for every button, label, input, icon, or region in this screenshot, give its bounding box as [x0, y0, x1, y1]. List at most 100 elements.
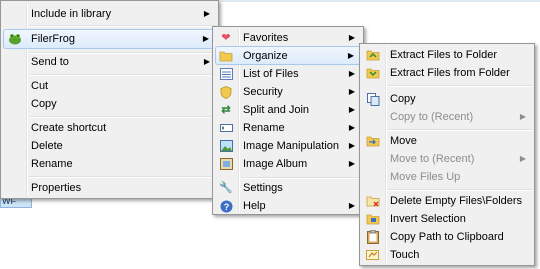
submenu-arrow-icon: ▶ — [348, 159, 355, 168]
submenu-arrow-icon: ▶ — [348, 123, 355, 132]
menu-item-label: Image Album — [243, 158, 308, 170]
menu-item-extract-files-to-folder[interactable]: Extract Files to Folder — [362, 46, 532, 64]
menu-item-security[interactable]: Security ▶ — [215, 83, 361, 101]
menu-item-label: Settings — [243, 182, 283, 194]
menu-item-label: Split and Join — [243, 104, 310, 116]
menu-separator — [388, 85, 532, 87]
menu-separator — [29, 176, 216, 178]
menu-item-copy-to-recent[interactable]: Copy to (Recent) ▶ — [362, 108, 532, 126]
move-icon — [366, 134, 380, 148]
frog-icon — [8, 32, 22, 46]
split-icon: ⇄ — [221, 104, 231, 116]
menu-item-send-to[interactable]: Send to ▶ — [3, 53, 216, 71]
svg-text:?: ? — [223, 202, 229, 212]
menu-item-filerfrog[interactable]: FilerFrog ▶ — [3, 29, 216, 49]
submenu-arrow-icon: ▶ — [348, 69, 355, 78]
menu-item-cut[interactable]: Cut — [3, 77, 216, 95]
menu-separator — [29, 116, 216, 118]
menu-item-include-in-library[interactable]: Include in library ▶ — [3, 5, 216, 23]
menu-item-settings[interactable]: 🔧 Settings — [215, 179, 361, 197]
invert-selection-icon — [366, 212, 380, 226]
submenu-arrow-icon: ▶ — [348, 33, 355, 42]
list-icon — [219, 67, 233, 81]
menu-item-label: Copy to (Recent) — [390, 111, 474, 123]
menu-item-label: Image Manipulation — [243, 140, 340, 152]
menu-item-label: Cut — [31, 80, 49, 92]
submenu-arrow-icon: ▶ — [519, 112, 526, 121]
menu-item-delete[interactable]: Delete — [3, 137, 216, 155]
submenu-arrow-icon: ▶ — [203, 57, 210, 66]
album-icon — [219, 157, 233, 171]
menu-item-copy[interactable]: Copy — [3, 95, 216, 113]
touch-icon — [366, 248, 380, 262]
menu-item-label: Copy — [31, 98, 57, 110]
submenu-arrow-icon: ▶ — [203, 9, 210, 18]
clipboard-icon — [366, 230, 380, 244]
extract-to-folder-icon — [366, 48, 380, 62]
menu-item-label: List of Files — [243, 68, 299, 80]
menu-item-help[interactable]: ? Help ▶ — [215, 197, 361, 215]
menu-item-label: Move to (Recent) — [390, 153, 475, 165]
menu-item-delete-empty-files-folders[interactable]: Delete Empty Files\Folders — [362, 192, 532, 210]
rename-icon — [219, 121, 233, 135]
submenu-arrow-icon: ▶ — [348, 201, 355, 210]
menu-item-image-manipulation[interactable]: Image Manipulation ▶ — [215, 137, 361, 155]
menu-item-label: Include in library — [31, 8, 112, 20]
menu-item-label: Delete — [31, 140, 63, 152]
menu-item-label: Create shortcut — [31, 122, 107, 134]
menu-item-label: Move — [390, 135, 417, 147]
submenu-arrow-icon: ▶ — [348, 141, 355, 150]
menu-item-create-shortcut[interactable]: Create shortcut — [3, 119, 216, 137]
image-icon — [219, 139, 233, 153]
extract-from-folder-icon — [366, 66, 380, 80]
menu-item-list-of-files[interactable]: List of Files ▶ — [215, 65, 361, 83]
menu-item-label: Move Files Up — [390, 171, 461, 183]
menu-item-move[interactable]: Move — [362, 132, 532, 150]
menu-item-rename[interactable]: Rename — [3, 155, 216, 173]
menu-item-organize[interactable]: Organize ▶ — [215, 46, 361, 65]
submenu-arrow-icon: ▶ — [347, 51, 354, 60]
menu-item-image-album[interactable]: Image Album ▶ — [215, 155, 361, 173]
heart-icon: ❤ — [221, 32, 231, 44]
menu-separator — [388, 189, 532, 191]
menu-item-copy-path-to-clipboard[interactable]: Copy Path to Clipboard — [362, 228, 532, 246]
menu-item-label: Send to — [31, 56, 69, 68]
menu-item-label: Invert Selection — [390, 213, 466, 225]
menu-item-label: Extract Files from Folder — [390, 67, 510, 79]
submenu-arrow-icon: ▶ — [202, 34, 209, 43]
menu-item-label: Organize — [243, 50, 288, 62]
menu-item-label: Copy Path to Clipboard — [390, 231, 504, 243]
menu-item-split-and-join[interactable]: ⇄ Split and Join ▶ — [215, 101, 361, 119]
filerfrog-submenu: ❤ Favorites ▶ Organize ▶ List of Files ▶… — [212, 26, 364, 215]
menu-item-move-to-recent[interactable]: Move to (Recent) ▶ — [362, 150, 532, 168]
menu-item-label: Favorites — [243, 32, 289, 44]
menu-item-properties[interactable]: Properties — [3, 179, 216, 197]
menu-separator — [29, 25, 216, 27]
menu-item-extract-files-from-folder[interactable]: Extract Files from Folder — [362, 64, 532, 82]
menu-item-label: FilerFrog — [31, 33, 76, 45]
menu-separator — [29, 74, 216, 76]
submenu-arrow-icon: ▶ — [519, 154, 526, 163]
menu-item-label: Rename — [31, 158, 73, 170]
menu-item-move-files-up[interactable]: Move Files Up — [362, 168, 532, 186]
submenu-arrow-icon: ▶ — [348, 87, 355, 96]
menu-item-rename[interactable]: Rename ▶ — [215, 119, 361, 137]
menu-separator — [388, 129, 532, 131]
context-menu: Include in library ▶ FilerFrog ▶ Send to… — [0, 0, 219, 199]
menu-item-invert-selection[interactable]: Invert Selection — [362, 210, 532, 228]
delete-empty-icon — [366, 194, 380, 208]
menu-item-label: Help — [243, 200, 266, 212]
menu-item-label: Extract Files to Folder — [390, 49, 497, 61]
menu-item-label: Security — [243, 86, 283, 98]
menu-item-label: Properties — [31, 182, 82, 194]
menu-item-copy[interactable]: Copy — [362, 90, 532, 108]
menu-item-touch[interactable]: Touch — [362, 246, 532, 264]
menu-item-favorites[interactable]: ❤ Favorites ▶ — [215, 29, 361, 47]
copy-icon — [366, 92, 380, 106]
menu-item-label: Rename — [243, 122, 285, 134]
wrench-icon: 🔧 — [219, 182, 233, 194]
shield-icon — [219, 85, 233, 99]
menu-item-label: Touch — [390, 249, 420, 261]
submenu-arrow-icon: ▶ — [348, 105, 355, 114]
help-icon: ? — [219, 199, 233, 213]
